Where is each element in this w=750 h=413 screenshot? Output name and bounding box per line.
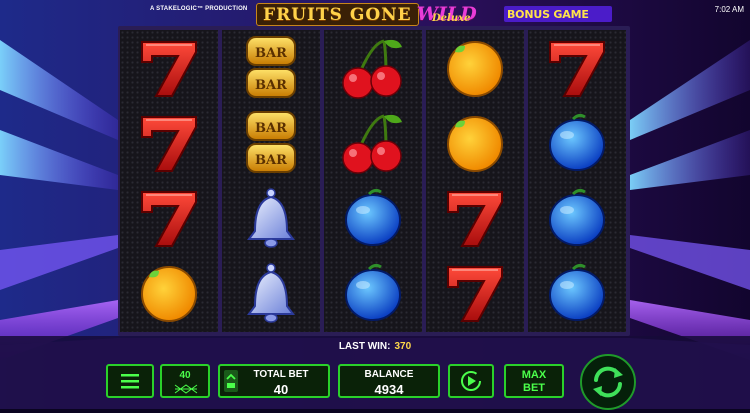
autoplay-icon bbox=[461, 371, 481, 391]
max-bet-line2: BET bbox=[523, 382, 545, 394]
symbol-bell-icon bbox=[222, 255, 320, 330]
total-bet-value: 40 bbox=[273, 382, 289, 397]
symbol-cherry-icon bbox=[324, 30, 422, 105]
symbol-seven-icon bbox=[120, 105, 218, 180]
top-bar: A STAKELOGIC™ PRODUCTION FRUITS GONE WIL… bbox=[0, 0, 750, 26]
clock: 7:02 AM bbox=[714, 5, 744, 14]
bonus-game-label: BONUS GAME bbox=[507, 7, 589, 21]
symbol-plum-icon bbox=[324, 255, 422, 330]
total-bet-label: TOTAL BET bbox=[253, 369, 309, 380]
symbol-cherry-icon bbox=[324, 105, 422, 180]
spin-button[interactable] bbox=[580, 354, 636, 410]
balance-value: 4934 bbox=[374, 382, 404, 397]
symbol-orange-icon bbox=[120, 255, 218, 330]
svg-text:BAR: BAR bbox=[255, 78, 287, 93]
symbol-seven-icon bbox=[426, 180, 524, 255]
paylines-icon bbox=[174, 384, 198, 394]
max-bet-button[interactable]: MAX BET bbox=[504, 364, 564, 398]
reel-4 bbox=[426, 30, 524, 332]
reel-5 bbox=[528, 30, 626, 332]
symbol-bar-icon: BAR BAR bbox=[222, 30, 320, 105]
symbol-orange-icon bbox=[426, 30, 524, 105]
svg-text:BAR: BAR bbox=[255, 46, 287, 61]
symbol-orange-icon bbox=[426, 105, 524, 180]
svg-text:BAR: BAR bbox=[255, 153, 287, 168]
logo-deluxe: Deluxe bbox=[432, 13, 471, 24]
reel-2: BAR BAR BAR BAR bbox=[222, 30, 320, 332]
autoplay-button[interactable] bbox=[448, 364, 494, 398]
symbol-seven-icon bbox=[120, 180, 218, 255]
symbol-plum-icon bbox=[324, 180, 422, 255]
last-win-label: LAST WIN: bbox=[338, 341, 391, 352]
bonus-game-button[interactable]: BONUS GAME bbox=[504, 6, 612, 22]
spin-arrows-icon bbox=[593, 366, 623, 398]
symbol-bar-icon: BAR BAR bbox=[222, 105, 320, 180]
balance-panel: BALANCE 4934 bbox=[338, 364, 440, 398]
balance-label: BALANCE bbox=[364, 369, 414, 380]
last-win-value: 370 bbox=[394, 341, 412, 352]
symbol-plum-icon bbox=[528, 255, 626, 330]
total-bet-panel: TOTAL BET 40 bbox=[218, 364, 330, 398]
menu-button[interactable] bbox=[106, 364, 154, 398]
logo-fruits-gone: FRUITS GONE bbox=[256, 2, 419, 26]
symbol-bell-icon bbox=[222, 180, 320, 255]
reel-1 bbox=[120, 30, 218, 332]
symbol-plum-icon bbox=[528, 105, 626, 180]
game-logo: FRUITS GONE WILD Deluxe bbox=[256, 2, 477, 26]
menu-icon bbox=[121, 374, 139, 389]
max-bet-line1: MAX bbox=[521, 369, 547, 381]
last-win: LAST WIN: 370 bbox=[0, 341, 750, 352]
symbol-seven-icon bbox=[120, 30, 218, 105]
svg-text:BAR: BAR bbox=[255, 121, 287, 136]
symbol-seven-icon bbox=[426, 255, 524, 330]
producer-credit: A STAKELOGIC™ PRODUCTION bbox=[150, 6, 248, 12]
lines-button[interactable]: 40 bbox=[160, 364, 210, 398]
reel-3 bbox=[324, 30, 422, 332]
lines-value: 40 bbox=[179, 370, 191, 381]
symbol-plum-icon bbox=[528, 180, 626, 255]
symbol-seven-icon bbox=[528, 30, 626, 105]
